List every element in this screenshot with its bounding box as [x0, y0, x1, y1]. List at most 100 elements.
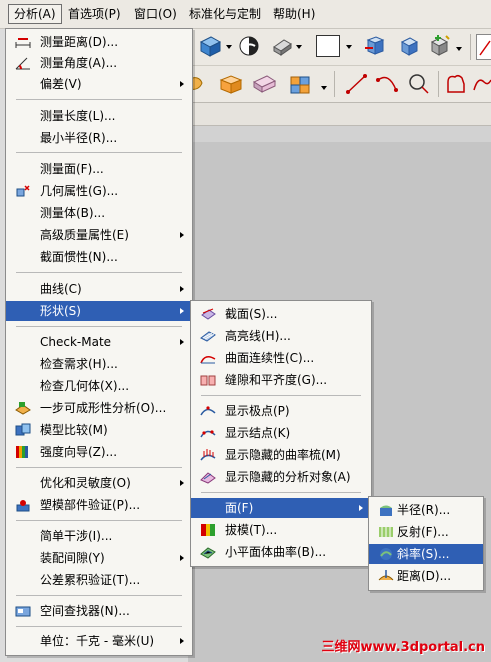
pink-block-icon[interactable] — [251, 73, 277, 95]
check-requirements-item[interactable]: 检查需求(H)... — [6, 354, 192, 374]
gap-flush-item[interactable]: 缝隙和平齐度(G)... — [191, 370, 371, 390]
submenu-arrow-icon — [359, 505, 363, 511]
circle-icon[interactable] — [406, 72, 432, 96]
curve-item[interactable]: 曲线(C) — [6, 279, 192, 299]
optimization-sensitivity-item[interactable]: 优化和灵敏度(O) — [6, 473, 192, 493]
show-poles-item[interactable]: 显示极点(P) — [191, 401, 371, 421]
deviation-item[interactable]: 偏差(V) — [6, 74, 192, 94]
check-mate-item[interactable]: Check-Mate — [6, 332, 192, 352]
examine-geometry-item[interactable]: 检查几何体(X)... — [6, 376, 192, 396]
shape-submenu: 截面(S)... 高亮线(H)... 曲面连续性(C)... 缝隙和平齐度(G)… — [190, 300, 372, 567]
menu-standardization[interactable]: 标准化与定制 — [189, 6, 261, 22]
geometric-properties-icon — [16, 185, 30, 197]
submenu-arrow-icon — [180, 81, 184, 87]
spatial-search-icon — [15, 606, 31, 617]
reflection-item[interactable]: 反射(F)... — [369, 522, 483, 542]
tolerance-stackup-item[interactable]: 公差累积验证(T)... — [6, 570, 192, 590]
menu-help[interactable]: 帮助(H) — [273, 6, 315, 22]
formability-icon — [15, 402, 31, 415]
draft-icon — [201, 524, 215, 536]
measure-length-item[interactable]: 测量长度(L)... — [6, 106, 192, 126]
show-analysis-objects-item[interactable]: 显示隐藏的分析对象(A) — [191, 467, 371, 487]
arc-icon[interactable] — [375, 72, 401, 96]
submenu-arrow-icon — [180, 480, 184, 486]
measure-face-item[interactable]: 测量面(F)... — [6, 159, 192, 179]
face-radius-icon — [380, 505, 392, 516]
simple-interference-item[interactable]: 简单干涉(I)... — [6, 526, 192, 546]
highlight-lines-icon — [200, 331, 216, 342]
curvature-comb-icon — [200, 449, 216, 461]
menu-preferences[interactable]: 首选项(P) — [68, 6, 121, 22]
wcs-dynamic-icon[interactable] — [396, 34, 420, 58]
section-icon — [201, 308, 216, 320]
menubar: 分析(A) 首选项(P) 窗口(O) 标准化与定制 帮助(H) — [0, 0, 491, 29]
section-inertia-item[interactable]: 截面惯性(N)... — [6, 247, 192, 267]
menu-window[interactable]: 窗口(O) — [134, 6, 177, 22]
strength-wizard-icon — [16, 446, 28, 458]
next-toolbar-icon[interactable] — [476, 34, 491, 60]
wcs-display-icon[interactable] — [426, 33, 452, 59]
shaded-cube-icon[interactable] — [198, 35, 222, 57]
submenu-arrow-icon — [180, 308, 184, 314]
mold-part-validation-item[interactable]: 塑模部件验证(P)... — [6, 495, 192, 515]
profile-icon[interactable] — [444, 72, 468, 96]
face-item[interactable]: 面(F) — [191, 498, 371, 518]
face-submenu: 半径(R)... 反射(F)... 斜率(S)... 距离(D)... — [368, 496, 484, 591]
graphics-window-header — [188, 126, 491, 142]
wcs-orient-icon[interactable] — [363, 34, 387, 58]
assembly-block-icon[interactable] — [288, 72, 314, 96]
shape-item[interactable]: 形状(S) — [6, 301, 192, 321]
show-knots-icon — [200, 430, 216, 438]
surface-continuity-item[interactable]: 曲面连续性(C)... — [191, 348, 371, 368]
assembly-clearance-item[interactable]: 装配间隙(Y) — [6, 548, 192, 568]
minimum-radius-item[interactable]: 最小半径(R)... — [6, 128, 192, 148]
one-step-formability-item[interactable]: 一步可成形性分析(O)... — [6, 398, 192, 418]
measure-angle-item[interactable]: 测量角度(A)... — [6, 53, 192, 73]
geometric-properties-item[interactable]: 几何属性(G)... — [6, 181, 192, 201]
advanced-mass-properties-item[interactable]: 高级质量属性(E) — [6, 225, 192, 245]
show-curvature-combs-item[interactable]: 显示隐藏的曲率梳(M) — [191, 445, 371, 465]
units-item[interactable]: 单位：千克 - 毫米(U) — [6, 631, 192, 651]
analysis-objects-icon — [200, 472, 216, 484]
measure-body-item[interactable]: 测量体(B)... — [6, 203, 192, 223]
distance-item[interactable]: 距离(D)... — [369, 566, 483, 586]
analysis-menu: 测量距离(D)... 测量角度(A)... 偏差(V) 测量长度(L)... 最… — [5, 28, 193, 656]
menu-analysis[interactable]: 分析(A) — [8, 4, 62, 24]
gap-flush-icon — [200, 375, 216, 386]
measure-angle-icon — [15, 57, 30, 70]
submenu-arrow-icon — [180, 232, 184, 238]
background-color-icon[interactable] — [316, 35, 340, 57]
line-icon[interactable] — [344, 72, 370, 96]
spline-icon[interactable] — [472, 72, 491, 96]
render-style-icon[interactable] — [238, 35, 260, 57]
submenu-arrow-icon — [180, 638, 184, 644]
facet-curvature-icon — [200, 547, 216, 559]
model-compare-item[interactable]: 模型比较(M) — [6, 420, 192, 440]
show-poles-icon — [200, 406, 216, 416]
submenu-arrow-icon — [180, 286, 184, 292]
face-reflection-icon — [379, 527, 393, 537]
edge-display-icon[interactable] — [270, 35, 294, 57]
slope-item[interactable]: 斜率(S)... — [369, 544, 483, 564]
submenu-arrow-icon — [180, 339, 184, 345]
facet-body-curvature-item[interactable]: 小平面体曲率(B)... — [191, 542, 371, 562]
face-distance-icon — [378, 570, 394, 581]
radius-item[interactable]: 半径(R)... — [369, 500, 483, 520]
toolbar-curves — [188, 66, 491, 103]
toolbar-view — [188, 29, 491, 66]
show-knots-item[interactable]: 显示结点(K) — [191, 423, 371, 443]
mold-validation-icon — [16, 500, 30, 512]
tool-strip — [188, 103, 491, 126]
strength-wizard-item[interactable]: 强度向导(Z)... — [6, 442, 192, 462]
watermark: 三维网www.3dportal.cn — [321, 640, 485, 655]
submenu-arrow-icon — [180, 555, 184, 561]
section-item[interactable]: 截面(S)... — [191, 304, 371, 324]
surface-continuity-icon — [200, 356, 216, 364]
model-compare-icon — [15, 423, 31, 436]
measure-distance-item[interactable]: 测量距离(D)... — [6, 32, 192, 52]
measure-distance-icon — [15, 38, 31, 48]
draft-item[interactable]: 拔模(T)... — [191, 520, 371, 540]
highlight-lines-item[interactable]: 高亮线(H)... — [191, 326, 371, 346]
orange-box-icon[interactable] — [218, 72, 244, 96]
spatial-search-item[interactable]: 空间查找器(N)... — [6, 601, 192, 621]
